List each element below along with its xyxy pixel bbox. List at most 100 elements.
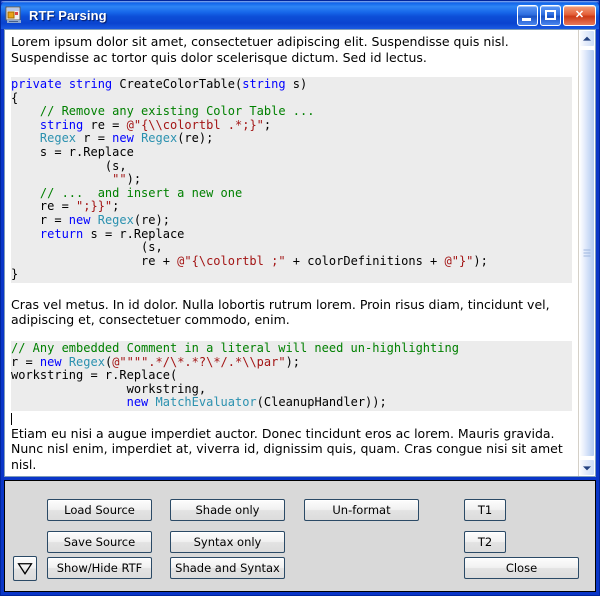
- close-button-panel[interactable]: Close: [464, 557, 579, 579]
- code-token: workstring = r.Replace(: [11, 368, 178, 383]
- code-token: re +: [11, 253, 178, 268]
- load-source-button[interactable]: Load Source: [47, 499, 152, 521]
- code-line: re = ";}}";: [11, 200, 572, 214]
- down-triangle-icon: [17, 562, 33, 575]
- scroll-down-icon: [583, 465, 591, 470]
- code-token: @"{\\colortbl .*;}": [126, 117, 264, 132]
- code-token: workstring,: [11, 381, 207, 396]
- code-token: // ... and insert a new one: [39, 185, 243, 200]
- un-format-button[interactable]: Un-format: [304, 499, 419, 521]
- code-token: string: [242, 77, 286, 91]
- code-line: new MatchEvaluator(CleanupHandler));: [11, 395, 572, 410]
- code-token: s = r.Replace: [83, 226, 185, 241]
- vertical-scrollbar[interactable]: [578, 30, 595, 476]
- scrollbar-thumb[interactable]: [579, 49, 595, 457]
- code-token: re =: [83, 117, 127, 132]
- window-title: RTF Parsing: [29, 7, 107, 23]
- code-token: ";}}": [76, 199, 113, 214]
- code-token: @"""".*/\*.*?\*/.*\\par": [112, 354, 286, 369]
- code-token: MatchEvaluator: [155, 395, 257, 410]
- t1-button[interactable]: T1: [464, 499, 506, 521]
- code-token: (re);: [177, 131, 214, 146]
- code-line: workstring,: [11, 381, 572, 397]
- code-token: new: [39, 354, 62, 369]
- shade-only-button[interactable]: Shade only: [170, 499, 285, 521]
- scroll-up-icon: [583, 36, 591, 41]
- code-token: private: [11, 77, 62, 91]
- code-line: private string CreateColorTable(string s…: [11, 77, 572, 92]
- code-token: string: [39, 117, 84, 132]
- code-token: (CleanupHandler));: [256, 395, 387, 410]
- code-token: s): [285, 77, 308, 91]
- code-token: );: [473, 253, 488, 268]
- rtf-parsing-window: RTF Parsing ✕ Lorem ipsum dolor sit amet…: [0, 0, 600, 596]
- code-token: s = r.Replace: [11, 144, 134, 159]
- maximize-icon: [545, 9, 556, 20]
- shade-and-syntax-button[interactable]: Shade and Syntax: [170, 557, 285, 579]
- code-token: {: [11, 90, 19, 105]
- code-line: return s = r.Replace: [11, 226, 572, 242]
- rtf-textbox[interactable]: Lorem ipsum dolor sit amet, consectetuer…: [4, 29, 596, 477]
- code-token: r =: [76, 131, 113, 146]
- code-line: // Any embedded Comment in a literal wil…: [11, 341, 572, 356]
- code-token: new: [126, 395, 149, 410]
- code-line: Regex r = new Regex(re);: [11, 132, 572, 146]
- code-token: string: [68, 77, 113, 91]
- code-token: r =: [11, 212, 69, 227]
- code-token: @"}": [444, 253, 474, 268]
- code-block-1: private string CreateColorTable(string s…: [11, 77, 572, 283]
- code-token: Regex: [97, 212, 134, 227]
- rtf-document[interactable]: Lorem ipsum dolor sit amet, consectetuer…: [5, 30, 578, 476]
- code-line: // Remove any existing Color Table ...: [11, 104, 572, 119]
- save-source-button[interactable]: Save Source: [47, 531, 152, 553]
- scrollbar-track[interactable]: [579, 47, 595, 459]
- client-area: Lorem ipsum dolor sit amet, consectetuer…: [1, 29, 599, 595]
- scroll-up-button[interactable]: [579, 30, 595, 47]
- code-token: ;: [263, 117, 272, 132]
- code-line: }: [11, 268, 572, 282]
- code-line: r = new Regex(re);: [11, 212, 572, 228]
- code-line: // ... and insert a new one: [11, 185, 572, 201]
- show-hide-rtf-button[interactable]: Show/Hide RTF: [47, 557, 152, 579]
- caption-button-group: ✕: [517, 4, 596, 26]
- scroll-down-button[interactable]: [579, 459, 595, 476]
- minimize-icon: [522, 17, 531, 21]
- application-window-icon: [5, 6, 23, 24]
- code-line: re + @"{\colortbl ;" + colorDefinitions …: [11, 253, 572, 269]
- code-line: workstring = r.Replace(: [11, 368, 572, 383]
- title-bar[interactable]: RTF Parsing ✕: [1, 1, 599, 29]
- expand-options-button[interactable]: [13, 556, 37, 581]
- syntax-only-button[interactable]: Syntax only: [170, 531, 285, 553]
- code-token: "": [112, 172, 127, 187]
- code-token: re =: [11, 199, 77, 214]
- close-button[interactable]: ✕: [563, 4, 596, 26]
- code-token: }: [11, 267, 19, 282]
- close-icon: ✕: [574, 8, 585, 21]
- code-token: Regex: [68, 354, 105, 369]
- t2-button[interactable]: T2: [464, 531, 506, 553]
- scrollbar-grip-icon: [583, 249, 591, 257]
- code-token: Regex: [39, 131, 77, 146]
- code-token: new: [68, 212, 91, 227]
- code-token: (s,: [11, 158, 127, 173]
- minimize-button[interactable]: [517, 4, 538, 26]
- code-token: // Remove any existing Color Table ...: [39, 104, 315, 119]
- code-token: );: [126, 172, 142, 187]
- code-token: );: [285, 354, 301, 369]
- maximize-button[interactable]: [540, 4, 561, 26]
- text-caret: [11, 412, 12, 425]
- code-block-2: // Any embedded Comment in a literal wil…: [11, 340, 572, 411]
- code-token: (s,: [11, 240, 163, 255]
- paragraph-1: Lorem ipsum dolor sit amet, consectetuer…: [11, 34, 509, 65]
- text-caret-line: [11, 412, 572, 426]
